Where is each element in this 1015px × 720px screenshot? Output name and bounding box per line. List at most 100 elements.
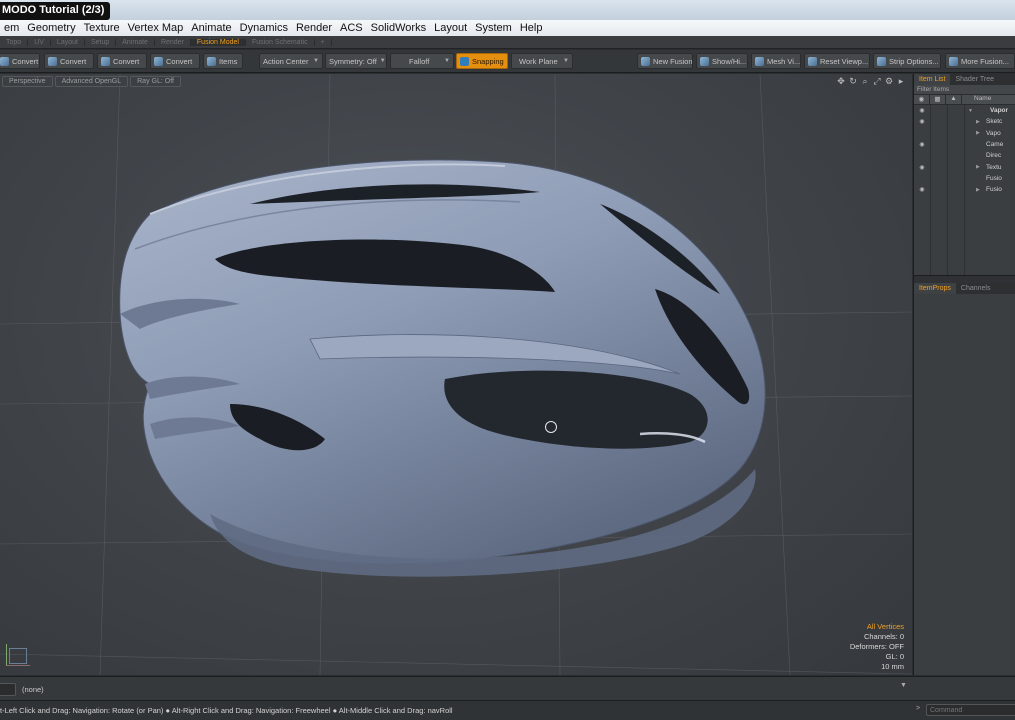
dropdown-arrow-icon: ▼ (379, 58, 386, 64)
tab-fusion-schematic[interactable]: Fusion Schematic (246, 38, 315, 46)
viewport-renderer-toggle[interactable]: Advanced OpenGL (54, 75, 129, 87)
snapping-icon (460, 56, 469, 66)
mesh-visibility-button[interactable]: Mesh Vi... (751, 53, 801, 69)
eye-icon[interactable]: ◉ (914, 118, 930, 125)
convert-button-3[interactable]: Convert (97, 53, 147, 69)
pan-icon[interactable]: ✥ (836, 76, 846, 87)
strip-options-button[interactable]: Strip Options... (873, 53, 941, 69)
dropdown-arrow-icon[interactable]: ▼ (900, 682, 907, 689)
list-item[interactable]: ▶ Vapo (914, 128, 1015, 139)
tab-fusion-model[interactable]: Fusion Model (190, 38, 246, 46)
tab-item-list[interactable]: Item List (914, 74, 951, 85)
rotate-icon[interactable]: ↻ (848, 76, 858, 87)
expand-arrow-icon[interactable]: ▶ (976, 130, 980, 136)
layout-tab-bar: Topo UV Layout Setup Animate Render Fusi… (0, 36, 1015, 49)
tab-layout[interactable]: Layout (51, 38, 85, 46)
menu-item-layout[interactable]: Layout (430, 22, 471, 34)
list-item[interactable]: Direc (914, 150, 1015, 161)
list-item[interactable]: ◉ ▶ Sketc (914, 116, 1015, 127)
menu-item-acs[interactable]: ACS (336, 22, 367, 34)
list-item[interactable]: ◉ ▼ Vapor (914, 105, 1015, 116)
command-input[interactable] (926, 704, 1015, 716)
visibility-column-icon[interactable]: ◉ (914, 95, 930, 104)
menu-item-dynamics[interactable]: Dynamics (236, 22, 292, 34)
filter-items-field[interactable]: Filter Items (914, 85, 1015, 95)
expand-arrow-icon[interactable]: ▼ (968, 108, 973, 114)
menu-item-em[interactable]: em (0, 22, 23, 34)
expand-arrow-icon[interactable]: ▶ (976, 187, 980, 193)
eye-icon[interactable]: ◉ (914, 141, 930, 148)
new-fusion-button[interactable]: New Fusion (637, 53, 693, 69)
menu-item-solidworks[interactable]: SolidWorks (367, 22, 430, 34)
add-tab-button[interactable]: + (315, 38, 332, 46)
tab-uv[interactable]: UV (28, 38, 51, 46)
tab-shader-tree[interactable]: Shader Tree (950, 74, 999, 85)
reset-viewport-icon (808, 56, 817, 66)
tab-channels[interactable]: Channels (956, 283, 996, 294)
menu-item-texture[interactable]: Texture (80, 22, 124, 34)
command-history-field[interactable] (0, 683, 16, 696)
name-column-header[interactable]: Name (962, 95, 991, 104)
command-bar: (none) ▼ (0, 676, 1015, 700)
convert-icon (0, 56, 9, 66)
ray-gl-toggle[interactable]: Ray GL: Off (130, 75, 181, 87)
viewport-info: All Vertices Channels: 0 Deformers: OFF … (850, 622, 904, 672)
falloff-dropdown[interactable]: Falloff ▼ (390, 53, 454, 69)
tab-topo[interactable]: Topo (0, 38, 29, 46)
tab-animate[interactable]: Animate (116, 38, 155, 46)
expand-icon[interactable]: ▸ (896, 76, 906, 87)
status-text: t-Left Click and Drag: Navigation: Rotat… (0, 706, 453, 715)
eye-icon[interactable]: ◉ (914, 186, 930, 193)
snapping-toggle[interactable]: Snapping (456, 53, 508, 69)
channels-label: Channels: 0 (863, 632, 904, 641)
convert-button-2[interactable]: Convert (44, 53, 94, 69)
item-list: ◉ ▼ Vapor ◉ ▶ Sketc ▶ Vapo ◉ Came Direc … (914, 105, 1015, 275)
symmetry-dropdown[interactable]: Symmetry: Off ▼ (325, 53, 387, 69)
strip-options-icon (877, 56, 886, 66)
convert-icon (154, 56, 163, 66)
list-item[interactable]: ◉ ▶ Textu (914, 161, 1015, 172)
items-button[interactable]: Items (203, 53, 243, 69)
expand-arrow-icon[interactable]: ▶ (976, 119, 980, 125)
tab-render[interactable]: Render (155, 38, 191, 46)
menu-item-help[interactable]: Help (516, 22, 547, 34)
tab-item-props[interactable]: ItemProps (914, 283, 956, 294)
action-center-dropdown[interactable]: Action Center ▼ (259, 53, 323, 69)
menu-item-vertex-map[interactable]: Vertex Map (124, 22, 188, 34)
work-plane-dropdown[interactable]: Work Plane ▼ (511, 53, 573, 69)
panel-divider[interactable] (914, 275, 1015, 283)
menu-bar: em Geometry Texture Vertex Map Animate D… (0, 20, 1015, 36)
eye-icon[interactable]: ◉ (914, 164, 930, 171)
mesh-icon (755, 56, 764, 66)
list-item[interactable]: Fusio (914, 173, 1015, 184)
convert-button-4[interactable]: Convert (150, 53, 200, 69)
list-item[interactable]: ◉ Came (914, 139, 1015, 150)
menu-item-animate[interactable]: Animate (187, 22, 235, 34)
convert-icon (101, 56, 110, 66)
items-icon (207, 56, 216, 66)
dropdown-arrow-icon: ▼ (313, 58, 319, 64)
reset-viewport-button[interactable]: Reset Viewp... (804, 53, 870, 69)
viewport-nav-icons: ✥ ↻ ⌕ ⤢ ⚙ ▸ (836, 76, 906, 87)
menu-item-render[interactable]: Render (292, 22, 336, 34)
tab-setup[interactable]: Setup (85, 38, 117, 46)
lock-column-icon[interactable]: ▦ (930, 95, 946, 104)
more-fusion-button[interactable]: More Fusion... (945, 53, 1015, 69)
zoom-icon[interactable]: ⌕ (860, 76, 870, 87)
show-hide-button[interactable]: Show/Hi... (696, 53, 748, 69)
list-item[interactable]: ◉ ▶ Fusio (914, 184, 1015, 195)
settings-icon[interactable]: ⚙ (884, 76, 894, 87)
deformers-label: Deformers: OFF (849, 642, 904, 651)
dropdown-arrow-icon: ▼ (563, 58, 569, 64)
render-column-icon[interactable]: ▲ (946, 95, 962, 104)
menu-item-system[interactable]: System (471, 22, 516, 34)
expand-arrow-icon[interactable]: ▶ (976, 164, 980, 170)
gl-label: GL: 0 (885, 652, 904, 661)
menu-item-geometry[interactable]: Geometry (23, 22, 79, 34)
convert-button-1[interactable]: Convert (0, 53, 40, 69)
viewport-perspective-toggle[interactable]: Perspective (2, 75, 53, 87)
helmet-model[interactable] (0, 74, 912, 675)
fit-icon[interactable]: ⤢ (872, 76, 882, 87)
3d-viewport[interactable]: Perspective Advanced OpenGL Ray GL: Off … (0, 74, 912, 675)
eye-icon[interactable]: ◉ (914, 107, 930, 114)
